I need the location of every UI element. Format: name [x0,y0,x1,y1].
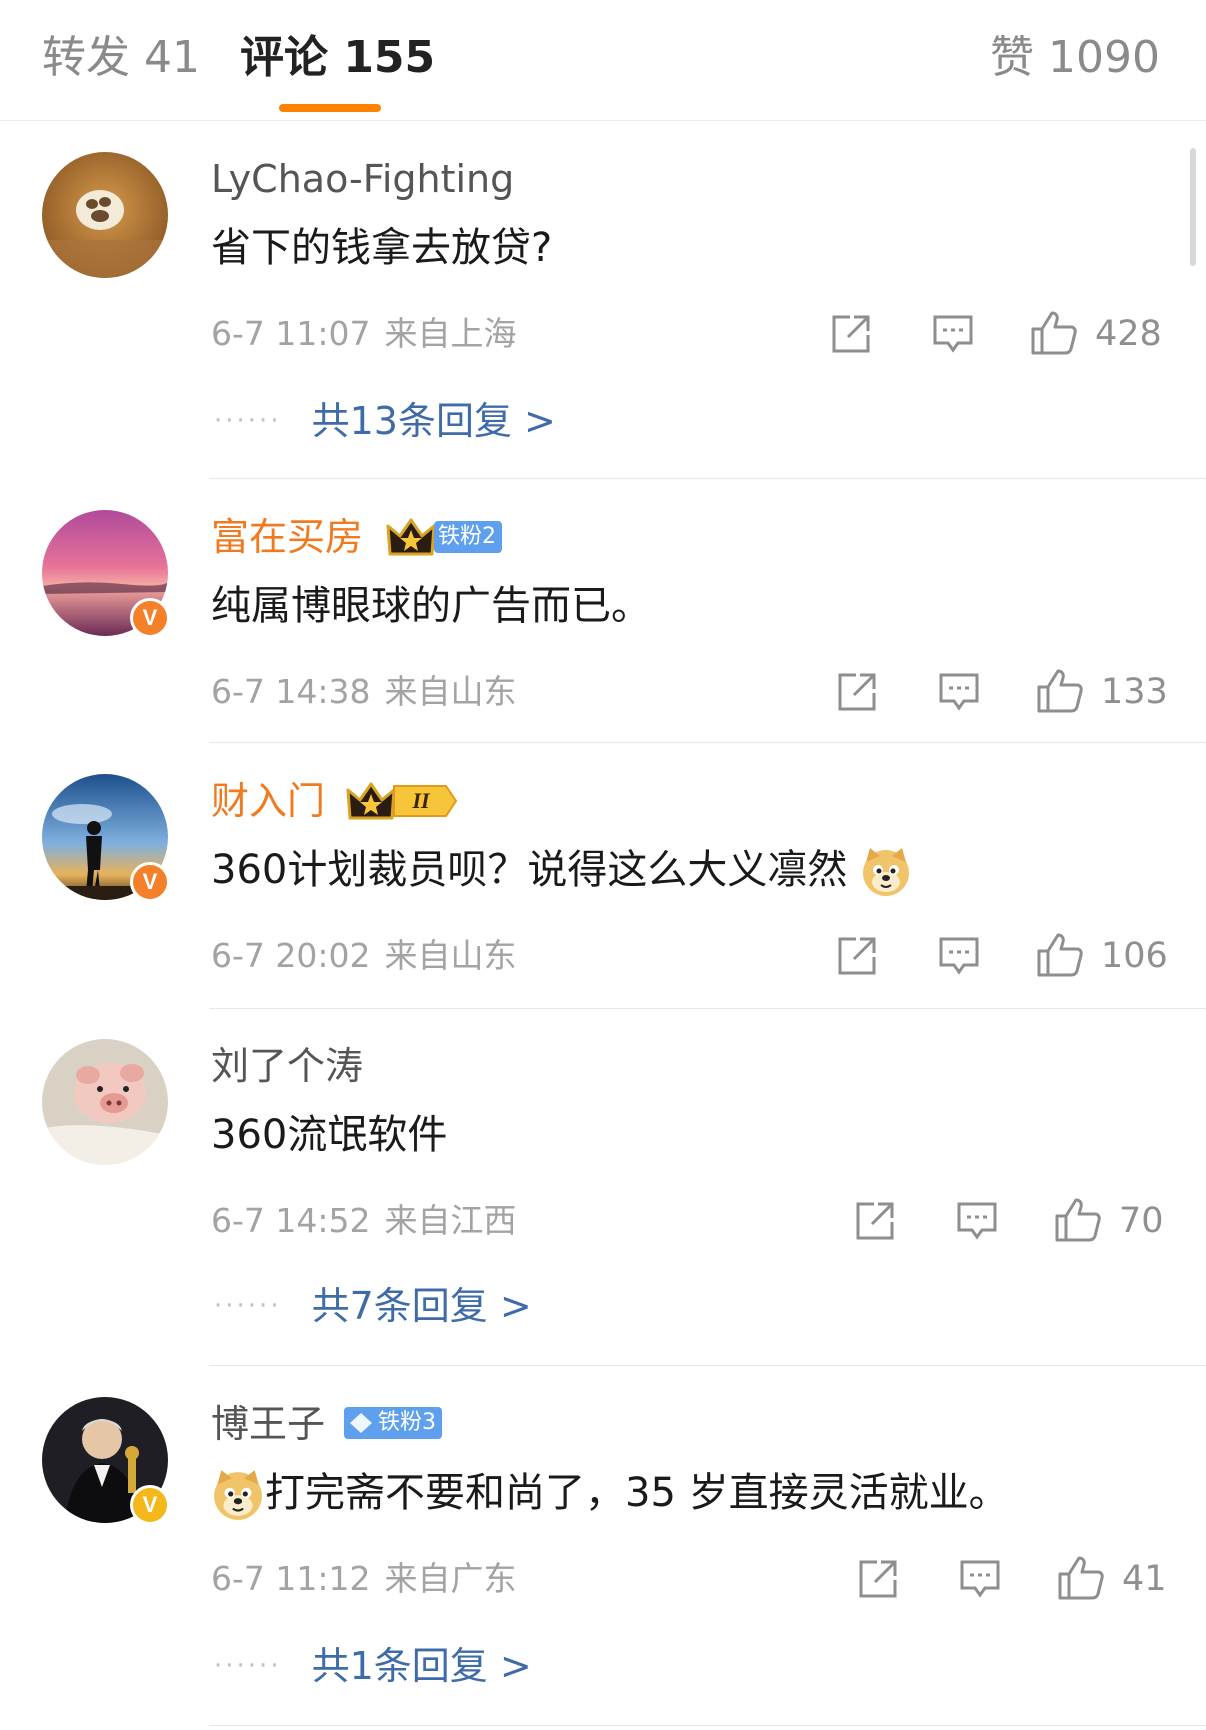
replies-row[interactable]: ······ 共1条回复 > [214,1641,532,1691]
comment-text: 360计划裁员呗？说得这么大义凛然 [211,842,912,898]
comment-bubble-icon[interactable] [932,314,974,354]
share-icon[interactable] [857,1559,899,1599]
replies-row[interactable]: ······ 共13条回复 > [214,396,556,446]
comment-text: 360流氓软件 [211,1112,448,1158]
comment-bubble-icon[interactable] [938,672,980,712]
comment-location: 来自山东 [384,936,517,975]
fan-level-badge: 铁粉2 [434,521,502,553]
comment-bubble-icon[interactable] [956,1201,998,1241]
comment-date: 6-7 20:02 [211,936,371,975]
comment-meta: 6-7 14:38 来自山东 [211,670,517,714]
active-tab-indicator [279,104,381,112]
comment-meta: 6-7 14:52 来自江西 [211,1199,517,1243]
doge-emoji [214,1470,262,1520]
comment-meta: 6-7 20:02 来自山东 [211,934,517,978]
avatar[interactable] [42,1039,168,1165]
tab-reposts[interactable]: 转发 41 [42,30,200,86]
comment-date: 6-7 11:12 [211,1559,371,1598]
username[interactable]: 财入门 [211,776,325,826]
diamond-icon [350,1413,372,1433]
tab-bar: 转发 41 评论 155 赞 1090 [0,0,1206,121]
comment-text: 打完斋不要和尚了，35 岁直接灵活就业。 [211,1465,1009,1522]
comment-location: 来自广东 [384,1559,517,1598]
username[interactable]: 刘了个涛 [211,1041,363,1091]
username[interactable]: LyChao-Fighting [211,154,514,204]
comment-date: 6-7 11:07 [211,314,371,353]
user-badges: II [346,780,458,822]
view-replies-link[interactable]: 共7条回复 > [312,1281,532,1331]
share-icon[interactable] [854,1201,896,1241]
thumbs-up-icon[interactable] [1030,310,1078,356]
tab-likes[interactable]: 赞 1090 [990,30,1160,86]
replies-dots: ······ [214,406,282,436]
comment-text-body: 打完斋不要和尚了，35 岁直接灵活就业。 [265,1470,1009,1516]
comment-bubble-icon[interactable] [938,936,980,976]
thumbs-up-icon[interactable] [1054,1197,1102,1243]
share-icon[interactable] [830,314,872,354]
comment-meta: 6-7 11:07 来自上海 [211,312,517,356]
verified-badge: V [130,1485,170,1525]
like-count: 70 [1119,1201,1164,1241]
username[interactable]: 富在买房 [211,512,363,562]
level-text: II [412,788,430,813]
comment-location: 来自江西 [384,1201,517,1240]
like-count: 428 [1095,314,1162,354]
replies-dots: ······ [214,1651,282,1681]
divider [209,1365,1206,1366]
comment-text: 纯属博眼球的广告而已。 [211,583,651,629]
fan-level-text: 铁粉3 [378,1410,436,1435]
comment-location: 来自山东 [384,672,517,711]
crown-icon [386,518,436,556]
replies-dots: ······ [214,1291,282,1321]
share-icon[interactable] [836,936,878,976]
view-replies-link[interactable]: 共13条回复 > [312,396,556,446]
like-count: 133 [1101,672,1168,712]
like-count: 106 [1101,936,1168,976]
replies-row[interactable]: ······ 共7条回复 > [214,1281,532,1331]
member-level-badge: II [392,783,458,819]
divider [209,742,1206,743]
comment-location: 来自上海 [384,314,517,353]
view-replies-link[interactable]: 共1条回复 > [312,1641,532,1691]
thumbs-up-icon[interactable] [1036,932,1084,978]
doge-emoji [863,848,910,896]
user-badges: 铁粉3 [344,1407,442,1439]
share-icon[interactable] [836,672,878,712]
verified-badge: V [130,862,170,902]
user-badges: 铁粉2 [386,516,502,558]
like-count: 41 [1122,1559,1167,1599]
scrollbar[interactable] [1190,148,1196,266]
comment-text: 省下的钱拿去放贷? [211,225,553,271]
divider [209,1725,1206,1726]
avatar[interactable] [42,152,168,278]
comment-date: 6-7 14:52 [211,1201,371,1240]
thumbs-up-icon[interactable] [1036,668,1084,714]
comment-bubble-icon[interactable] [959,1559,1001,1599]
crown-icon [346,782,396,820]
verified-badge: V [130,598,170,638]
divider [209,478,1206,479]
comment-meta: 6-7 11:12 来自广东 [211,1557,517,1601]
divider [209,1008,1206,1009]
comment-date: 6-7 14:38 [211,672,371,711]
comment-text-body: 360计划裁员呗？说得这么大义凛然 [211,847,848,893]
tab-comments[interactable]: 评论 155 [240,30,435,86]
fan-level-badge: 铁粉3 [344,1407,442,1439]
thumbs-up-icon[interactable] [1057,1555,1105,1601]
username[interactable]: 博王子 [211,1399,325,1449]
